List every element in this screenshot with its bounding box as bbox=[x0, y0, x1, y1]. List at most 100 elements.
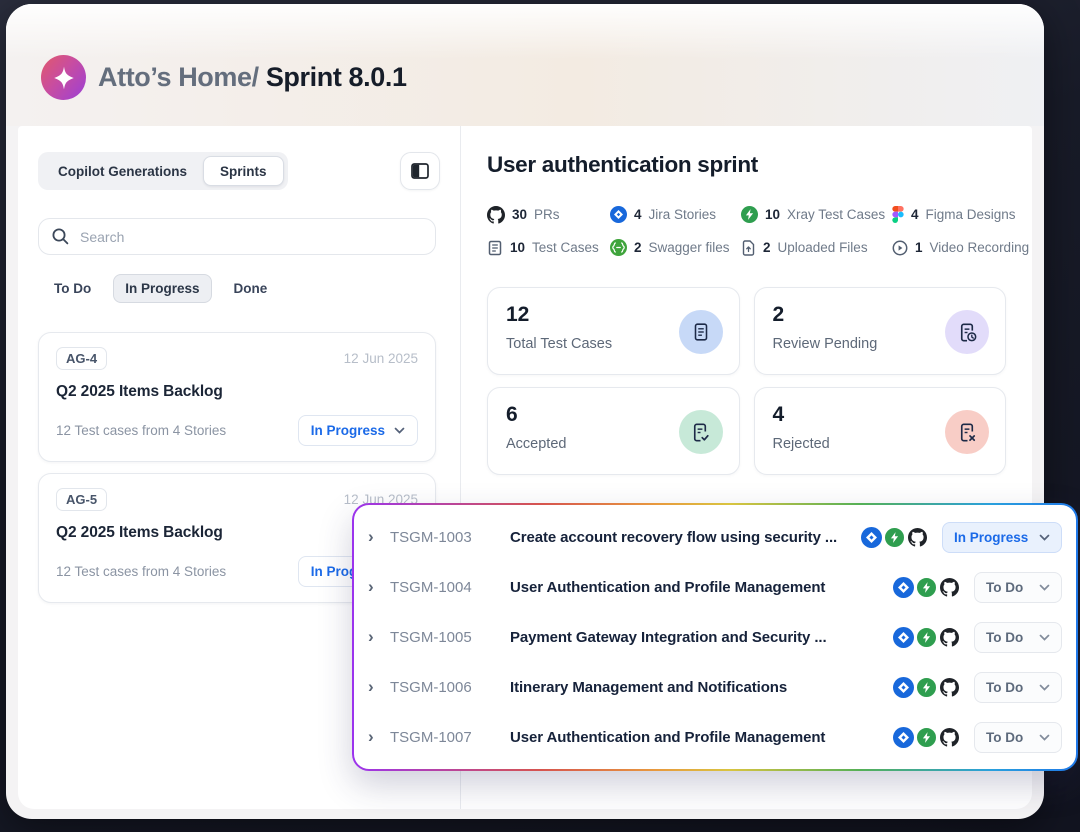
stat-jira-stories: 4 Jira Stories bbox=[610, 198, 741, 231]
github-icon bbox=[939, 677, 960, 698]
chevron-down-icon bbox=[1039, 734, 1050, 741]
tab-sprints[interactable]: Sprints bbox=[203, 156, 284, 186]
panel-toggle-icon bbox=[411, 163, 429, 179]
row-source-icons bbox=[891, 677, 960, 698]
summary-card-accepted: 6 Accepted bbox=[487, 387, 740, 475]
video-recording-icon bbox=[892, 240, 908, 256]
swagger-icon bbox=[610, 239, 627, 256]
summary-card-total: 12 Total Test Cases bbox=[487, 287, 740, 375]
jira-icon bbox=[893, 677, 914, 698]
stat-xray-test-cases: 10 Xray Test Cases bbox=[741, 198, 892, 231]
page-title-text: Sprint 8.0.1 bbox=[266, 62, 407, 92]
status-dropdown[interactable]: In Progress bbox=[298, 415, 418, 446]
github-icon bbox=[939, 577, 960, 598]
row-title: Create account recovery flow using secur… bbox=[510, 529, 859, 546]
sprint-card-subtitle: 12 Test cases from 4 Stories bbox=[56, 423, 226, 438]
tab-group: Copilot Generations Sprints bbox=[38, 152, 288, 190]
row-status-dropdown[interactable]: To Do bbox=[974, 572, 1062, 603]
breadcrumb: Atto’s Home/ bbox=[98, 62, 259, 92]
jira-icon bbox=[861, 527, 882, 548]
tab-copilot-generations[interactable]: Copilot Generations bbox=[42, 156, 203, 186]
row-expand-chevron[interactable]: › bbox=[368, 577, 390, 597]
row-source-icons bbox=[891, 727, 960, 748]
doc-check-icon bbox=[689, 421, 712, 444]
sprint-date: 12 Jun 2025 bbox=[344, 351, 418, 366]
row-expand-chevron[interactable]: › bbox=[368, 527, 390, 547]
filter-in-progress[interactable]: In Progress bbox=[113, 274, 211, 303]
sprint-card-ag4[interactable]: AG-4 12 Jun 2025 Q2 2025 Items Backlog 1… bbox=[38, 332, 436, 462]
chevron-down-icon bbox=[394, 427, 405, 434]
doc-x-icon bbox=[956, 421, 979, 444]
filter-chips: To Do In Progress Done bbox=[42, 274, 279, 303]
row-status-dropdown[interactable]: To Do bbox=[974, 672, 1062, 703]
table-row[interactable]: › TSGM-1004 User Authentication and Prof… bbox=[368, 565, 1062, 609]
row-id: TSGM-1003 bbox=[390, 529, 488, 546]
row-title: User Authentication and Profile Manageme… bbox=[510, 729, 891, 746]
row-source-icons bbox=[891, 627, 960, 648]
search-box[interactable] bbox=[38, 218, 436, 255]
filter-todo[interactable]: To Do bbox=[42, 274, 103, 303]
stat-figma-designs: 4 Figma Designs bbox=[892, 198, 1029, 231]
search-input[interactable] bbox=[80, 229, 423, 245]
stat-swagger-files: 2 Swagger files bbox=[610, 231, 741, 264]
stat-uploaded-files: 2 Uploaded Files bbox=[741, 231, 892, 264]
sprint-id-badge: AG-5 bbox=[56, 488, 107, 511]
row-status-dropdown[interactable]: In Progress bbox=[942, 522, 1062, 553]
table-row[interactable]: › TSGM-1005 Payment Gateway Integration … bbox=[368, 615, 1062, 659]
github-icon bbox=[907, 527, 928, 548]
chevron-down-icon bbox=[1039, 584, 1050, 591]
github-icon bbox=[487, 206, 505, 224]
chevron-down-icon bbox=[1039, 634, 1050, 641]
row-expand-chevron[interactable]: › bbox=[368, 677, 390, 697]
stat-test-cases: 10 Test Cases bbox=[487, 231, 610, 264]
app-logo bbox=[41, 55, 86, 100]
github-icon bbox=[939, 727, 960, 748]
row-status-dropdown[interactable]: To Do bbox=[974, 722, 1062, 753]
jira-icon bbox=[893, 577, 914, 598]
xray-icon bbox=[741, 206, 758, 223]
search-icon bbox=[51, 227, 70, 246]
chevron-down-icon bbox=[1039, 684, 1050, 691]
row-source-icons bbox=[891, 577, 960, 598]
chevron-down-icon bbox=[1039, 534, 1050, 541]
row-id: TSGM-1006 bbox=[390, 679, 488, 696]
figma-icon bbox=[892, 206, 904, 223]
row-source-icons bbox=[859, 527, 928, 548]
sparkle-icon bbox=[51, 65, 77, 91]
jira-icon bbox=[893, 627, 914, 648]
stat-video-recording: 1 Video Recording bbox=[892, 231, 1029, 264]
sprint-card-subtitle: 12 Test cases from 4 Stories bbox=[56, 564, 226, 579]
row-status-dropdown[interactable]: To Do bbox=[974, 622, 1062, 653]
row-id: TSGM-1004 bbox=[390, 579, 488, 596]
stat-prs: 30 PRs bbox=[487, 198, 610, 231]
table-row[interactable]: › TSGM-1007 User Authentication and Prof… bbox=[368, 715, 1062, 759]
row-expand-chevron[interactable]: › bbox=[368, 727, 390, 747]
github-icon bbox=[939, 627, 960, 648]
row-title: Itinerary Management and Notifications bbox=[510, 679, 891, 696]
table-row[interactable]: › TSGM-1003 Create account recovery flow… bbox=[368, 515, 1062, 559]
sprint-card-title: Q2 2025 Items Backlog bbox=[56, 383, 418, 401]
xray-icon bbox=[916, 677, 937, 698]
row-id: TSGM-1005 bbox=[390, 629, 488, 646]
doc-clock-icon bbox=[956, 321, 979, 344]
overlay-table: › TSGM-1003 Create account recovery flow… bbox=[352, 503, 1078, 771]
table-row[interactable]: › TSGM-1006 Itinerary Management and Not… bbox=[368, 665, 1062, 709]
sprint-id-badge: AG-4 bbox=[56, 347, 107, 370]
summary-cards: 12 Total Test Cases 2 Review Pending bbox=[487, 287, 1006, 475]
row-title: User Authentication and Profile Manageme… bbox=[510, 579, 891, 596]
sprint-stats: 30 PRs 4 Jira Stories 10 Xray Test Cases bbox=[487, 198, 1029, 264]
xray-icon bbox=[916, 627, 937, 648]
summary-card-review-pending: 2 Review Pending bbox=[754, 287, 1007, 375]
doc-icon bbox=[690, 321, 712, 343]
test-cases-icon bbox=[487, 240, 503, 256]
panel-toggle-button[interactable] bbox=[400, 152, 440, 190]
jira-icon bbox=[893, 727, 914, 748]
filter-done[interactable]: Done bbox=[222, 274, 280, 303]
sprint-title: User authentication sprint bbox=[487, 152, 758, 178]
summary-card-rejected: 4 Rejected bbox=[754, 387, 1007, 475]
uploaded-files-icon bbox=[741, 240, 756, 256]
row-expand-chevron[interactable]: › bbox=[368, 627, 390, 647]
app-header: Atto’s Home/ Sprint 8.0.1 bbox=[6, 4, 1044, 126]
page-title: Atto’s Home/ Sprint 8.0.1 bbox=[98, 62, 407, 93]
jira-icon bbox=[610, 206, 627, 223]
